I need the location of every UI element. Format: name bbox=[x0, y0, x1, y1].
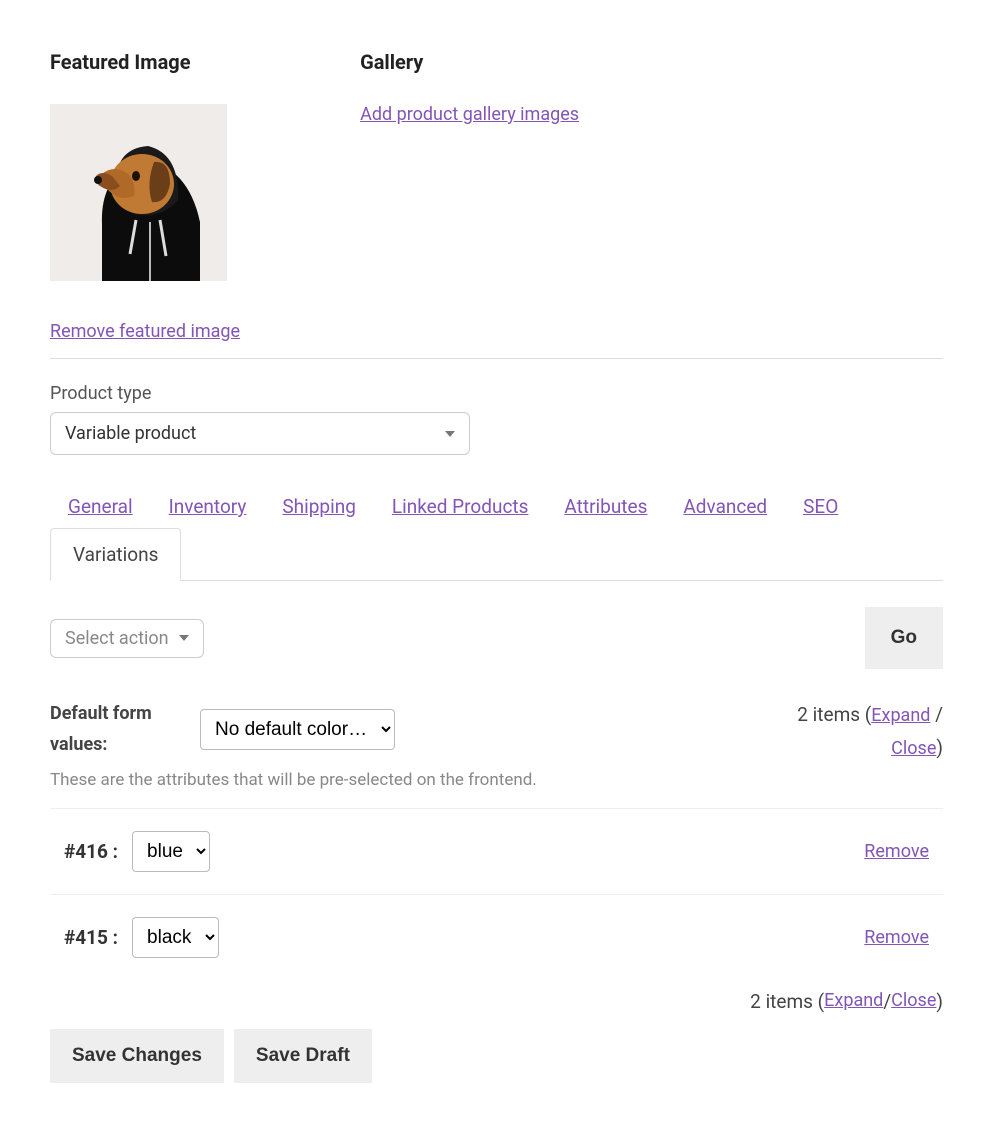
gallery-heading: Gallery bbox=[360, 50, 579, 74]
go-button[interactable]: Go bbox=[865, 607, 943, 669]
featured-image-thumbnail[interactable] bbox=[50, 104, 227, 281]
divider bbox=[50, 358, 943, 359]
variation-id: #416 : bbox=[64, 840, 118, 863]
default-form-values-label: Default form values: bbox=[50, 699, 170, 760]
remove-variation-link[interactable]: Remove bbox=[864, 927, 929, 948]
save-draft-button[interactable]: Save Draft bbox=[234, 1029, 372, 1083]
tab-general[interactable]: General bbox=[68, 485, 133, 528]
variation-id: #415 : bbox=[64, 926, 118, 949]
items-summary-bottom: 2 items (Expand / Close) bbox=[50, 990, 943, 1013]
close-link[interactable]: Close bbox=[891, 990, 936, 1013]
variation-action-select[interactable]: Select action bbox=[50, 619, 204, 658]
product-type-value: Variable product bbox=[65, 423, 196, 444]
items-summary-top: 2 items (Expand / Close) bbox=[797, 699, 943, 764]
expand-link[interactable]: Expand bbox=[871, 705, 930, 726]
remove-featured-image-link[interactable]: Remove featured image bbox=[50, 321, 240, 342]
variation-row: #416 : blue Remove bbox=[50, 808, 943, 894]
variation-color-select[interactable]: blue bbox=[132, 831, 210, 872]
close-link[interactable]: Close bbox=[891, 738, 936, 759]
variation-color-select[interactable]: black bbox=[132, 917, 219, 958]
tab-advanced[interactable]: Advanced bbox=[683, 485, 767, 528]
variation-action-placeholder: Select action bbox=[65, 628, 169, 649]
default-color-select[interactable]: No default color… bbox=[200, 709, 395, 750]
featured-image-illustration bbox=[50, 104, 227, 281]
featured-image-heading: Featured Image bbox=[50, 50, 240, 74]
remove-variation-link[interactable]: Remove bbox=[864, 841, 929, 862]
default-form-help: These are the attributes that will be pr… bbox=[50, 770, 943, 790]
tab-linked-products[interactable]: Linked Products bbox=[392, 485, 529, 528]
add-gallery-images-link[interactable]: Add product gallery images bbox=[360, 104, 579, 125]
tab-attributes[interactable]: Attributes bbox=[564, 485, 647, 528]
save-changes-button[interactable]: Save Changes bbox=[50, 1029, 224, 1083]
expand-link[interactable]: Expand bbox=[824, 990, 883, 1013]
tab-shipping[interactable]: Shipping bbox=[282, 485, 356, 528]
variation-row: #415 : black Remove bbox=[50, 894, 943, 980]
chevron-down-icon bbox=[179, 635, 189, 641]
tab-variations[interactable]: Variations bbox=[50, 528, 181, 581]
tab-seo[interactable]: SEO bbox=[803, 485, 838, 528]
product-type-select[interactable]: Variable product bbox=[50, 412, 470, 455]
tab-inventory[interactable]: Inventory bbox=[169, 485, 247, 528]
chevron-down-icon bbox=[445, 431, 455, 437]
product-type-label: Product type bbox=[50, 383, 943, 404]
